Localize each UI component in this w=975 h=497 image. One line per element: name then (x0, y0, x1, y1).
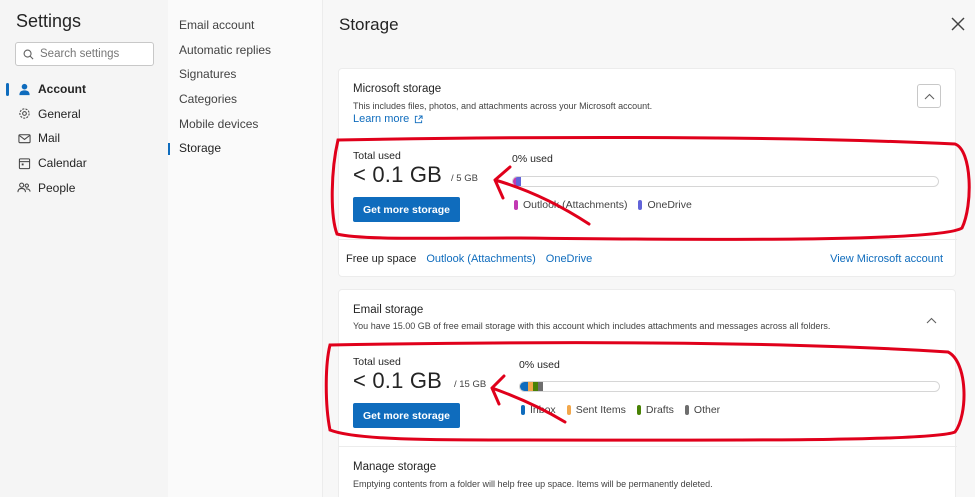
email-storage-heading: Email storage (353, 304, 424, 316)
total-capacity: / 5 GB (451, 173, 478, 184)
get-more-storage-button[interactable]: Get more storage (353, 403, 460, 428)
legend-item: Inbox (521, 404, 556, 416)
email-storage-card: Email storage You have 15.00 GB of free … (338, 289, 957, 497)
account-subnav: Email account Automatic replies Signatur… (168, 0, 323, 497)
gear-icon (17, 107, 31, 121)
storage-usage-bar (512, 176, 939, 187)
legend-item: Other (684, 404, 721, 416)
microsoft-storage-collapse-button[interactable] (917, 84, 941, 108)
people-icon (17, 181, 31, 195)
view-microsoft-account-link[interactable]: View Microsoft account (830, 253, 943, 265)
card-divider (339, 446, 957, 447)
nav-item-people[interactable]: People (0, 175, 168, 200)
nav-item-label: Mail (38, 131, 61, 146)
storage-legend: Inbox Sent Items Drafts Other (521, 404, 731, 416)
nav-item-general[interactable]: General (0, 102, 168, 127)
legend-swatch (636, 405, 641, 415)
nav-item-label: General (38, 106, 81, 121)
legend-label: OneDrive (647, 199, 692, 211)
search-box[interactable] (15, 42, 154, 66)
get-more-storage-button[interactable]: Get more storage (353, 197, 460, 222)
subnav-list: Email account Automatic replies Signatur… (168, 13, 323, 161)
microsoft-storage-description: This includes files, photos, and attachm… (353, 101, 653, 111)
total-used-label: Total used (353, 150, 401, 162)
search-icon (23, 49, 34, 59)
learn-more-label: Learn more (353, 113, 410, 125)
percent-used: 0% used (519, 359, 560, 371)
legend-label: Other (693, 404, 721, 416)
subnav-item-categories[interactable]: Categories (168, 87, 323, 112)
external-link-icon (415, 114, 423, 123)
legend-item: Sent Items (566, 404, 626, 416)
nav-list: Account General Mail Calendar People (0, 77, 168, 200)
subnav-item-storage[interactable]: Storage (168, 136, 323, 161)
storage-legend: Outlook (Attachments) OneDrive (514, 199, 703, 211)
legend-label: Outlook (Attachments) (523, 199, 628, 211)
subnav-item-email-account[interactable]: Email account (168, 13, 323, 38)
calendar-icon (17, 156, 31, 170)
search-input[interactable] (40, 48, 150, 60)
legend-swatch (638, 200, 643, 210)
person-icon (17, 82, 31, 96)
free-up-outlook-link[interactable]: Outlook (Attachments) (426, 253, 535, 265)
page-title: Storage (339, 15, 399, 34)
free-up-space-row: Free up space Outlook (Attachments) OneD… (339, 239, 957, 277)
learn-more-link[interactable]: Learn more (353, 113, 423, 125)
nav-item-account[interactable]: Account (0, 77, 168, 102)
usage-segment-inbox (520, 382, 528, 391)
email-storage-description: You have 15.00 GB of free email storage … (353, 321, 831, 331)
percent-used: 0% used (512, 153, 553, 165)
chevron-up-icon (924, 93, 934, 99)
free-up-space-label: Free up space (346, 252, 417, 265)
settings-title: Settings (16, 11, 82, 31)
legend-item: OneDrive (638, 199, 692, 211)
manage-storage-description: Emptying contents from a folder will hel… (353, 479, 713, 489)
legend-swatch (566, 405, 571, 415)
legend-label: Inbox (530, 404, 556, 416)
nav-item-calendar[interactable]: Calendar (0, 151, 168, 176)
manage-storage-heading: Manage storage (353, 461, 437, 473)
legend-swatch (684, 405, 689, 415)
chevron-up-icon (926, 317, 936, 323)
close-icon (951, 17, 965, 31)
nav-item-label: People (38, 180, 76, 195)
legend-swatch (521, 405, 525, 415)
total-used-value: < 0.1 GB (353, 162, 443, 187)
close-button[interactable] (949, 15, 967, 33)
free-up-onedrive-link[interactable]: OneDrive (546, 253, 592, 265)
legend-label: Drafts (645, 404, 674, 416)
settings-nav: Settings Account General Mail (0, 0, 168, 497)
nav-item-label: Account (38, 82, 86, 97)
legend-item: Outlook (Attachments) (514, 199, 627, 211)
total-capacity: / 15 GB (454, 379, 487, 390)
nav-item-label: Calendar (38, 156, 87, 171)
mail-icon (17, 131, 31, 145)
nav-item-mail[interactable]: Mail (0, 126, 168, 151)
subnav-item-automatic-replies[interactable]: Automatic replies (168, 38, 323, 63)
storage-pane: Storage Microsoft storage This includes … (323, 0, 975, 497)
usage-segment-other (537, 382, 543, 391)
storage-usage-bar (519, 381, 940, 392)
legend-swatch (514, 200, 518, 210)
usage-segment-onedrive (516, 177, 522, 186)
legend-item: Drafts (636, 404, 674, 416)
subnav-item-mobile-devices[interactable]: Mobile devices (168, 111, 323, 136)
subnav-item-signatures[interactable]: Signatures (168, 62, 323, 87)
total-used-value: < 0.1 GB (353, 368, 443, 393)
microsoft-storage-heading: Microsoft storage (353, 83, 442, 95)
total-used-label: Total used (353, 356, 401, 368)
legend-label: Sent Items (575, 404, 626, 416)
email-storage-collapse-button[interactable] (923, 312, 939, 328)
microsoft-storage-card: Microsoft storage This includes files, p… (338, 68, 957, 277)
